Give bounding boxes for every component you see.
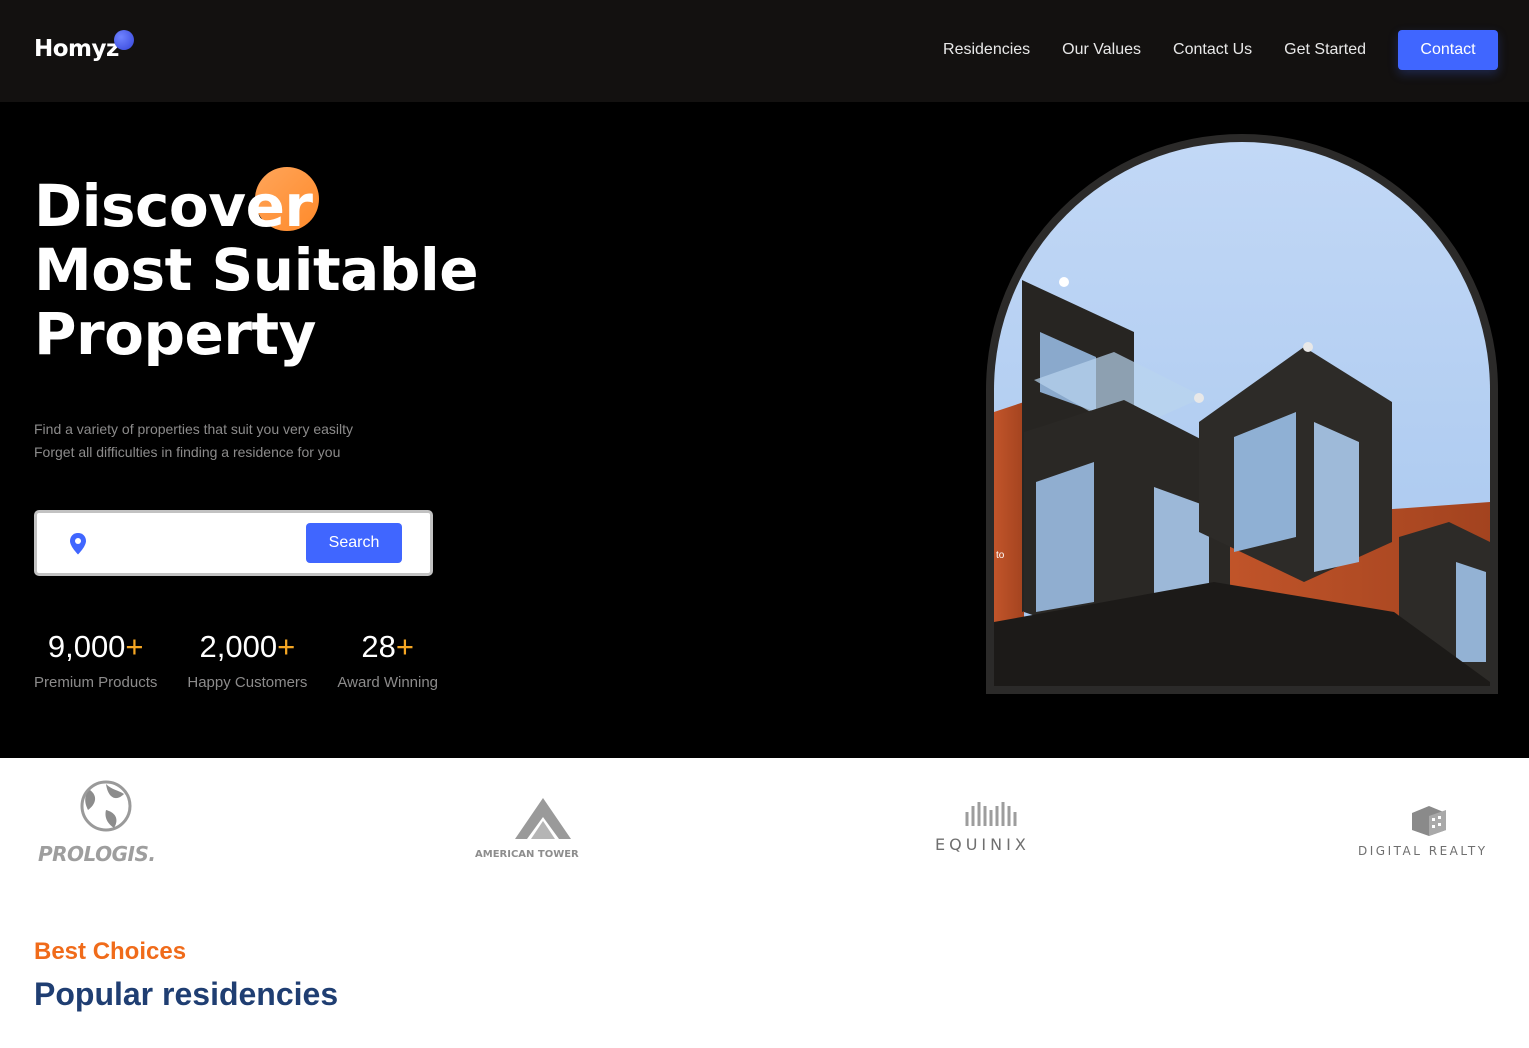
stat-label: Premium Products xyxy=(34,674,158,691)
brand-digital-realty: DIGITAL REALTY xyxy=(1358,806,1503,861)
brand-prologis-name: PROLOGIS. xyxy=(38,842,156,866)
stat-value: 2,000+ xyxy=(199,629,296,664)
stat-premium-products: 9,000+ Premium Products xyxy=(34,628,157,691)
cube-icon xyxy=(1412,806,1446,836)
logo[interactable]: Homyz xyxy=(34,36,119,62)
image-caption: to xyxy=(996,550,1005,561)
hero-building-image: to xyxy=(994,142,1490,686)
brand-digital-realty-name: DIGITAL REALTY xyxy=(1358,844,1488,858)
stat-award-winning: 28+ Award Winning xyxy=(337,628,438,691)
nav-link-our-values[interactable]: Our Values xyxy=(1062,41,1141,59)
hero-title-line: Most Suitable xyxy=(34,236,479,304)
stats-row: 9,000+ Premium Products 2,000+ Happy Cus… xyxy=(34,628,468,691)
equinix-wave-icon xyxy=(965,802,1017,826)
hero-section: Discover Most Suitable Property Find a v… xyxy=(0,102,1529,758)
hero-title-line: Property xyxy=(34,300,316,368)
hero-description-line: Forget all difficulties in finding a res… xyxy=(34,444,341,460)
nav-link-residencies[interactable]: Residencies xyxy=(943,41,1030,59)
search-bar: Search xyxy=(34,510,433,576)
hero-title: Discover Most Suitable Property xyxy=(34,172,479,368)
brand-equinix: EQUINIX xyxy=(935,798,1045,858)
hero-image-frame: to xyxy=(986,134,1498,694)
hero-description: Find a variety of properties that suit y… xyxy=(34,418,353,464)
brand-american-tower: AMERICAN TOWER xyxy=(475,798,625,868)
hero-description-line: Find a variety of properties that suit y… xyxy=(34,421,354,437)
brand-prologis: PROLOGIS. xyxy=(38,780,178,870)
stat-value: 28+ xyxy=(361,629,415,664)
location-pin-icon xyxy=(70,533,86,555)
section-subtitle: Best Choices xyxy=(34,938,187,965)
nav-link-contact-us[interactable]: Contact Us xyxy=(1173,41,1252,59)
section-title: Popular residencies xyxy=(34,976,339,1012)
triangle-tower-icon xyxy=(515,798,571,839)
navbar: Homyz Residencies Our Values Contact Us … xyxy=(0,0,1529,102)
search-button[interactable]: Search xyxy=(306,523,402,563)
nav-link-get-started[interactable]: Get Started xyxy=(1284,41,1366,59)
logo-dot-icon xyxy=(114,30,134,50)
companies-section: PROLOGIS. AMERICAN TOWER EQUINIX DIGITAL… xyxy=(0,758,1529,888)
stat-happy-customers: 2,000+ Happy Customers xyxy=(187,628,307,691)
building-illustration: to xyxy=(994,142,1490,686)
brand-equinix-name: EQUINIX xyxy=(935,835,1030,854)
stat-label: Award Winning xyxy=(337,674,439,691)
residencies-section: Best Choices Popular residencies xyxy=(34,938,338,1013)
hero-title-line: Discover xyxy=(34,172,313,240)
stat-label: Happy Customers xyxy=(187,674,308,691)
contact-button[interactable]: Contact xyxy=(1398,30,1498,70)
search-input[interactable] xyxy=(101,527,295,559)
brand-american-tower-name: AMERICAN TOWER xyxy=(475,849,579,860)
nav-menu: Residencies Our Values Contact Us Get St… xyxy=(911,30,1498,70)
globe-icon xyxy=(80,780,132,832)
stat-value: 9,000+ xyxy=(47,629,144,664)
